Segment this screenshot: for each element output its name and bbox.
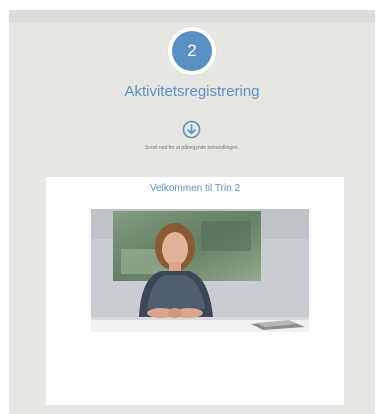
- page: 2 Aktivitetsregistrering Scroll ned for …: [0, 0, 384, 414]
- step-indicator: 2: [168, 27, 216, 75]
- arrow-down-circle-icon[interactable]: [182, 120, 201, 139]
- content-panel: 2 Aktivitetsregistrering Scroll ned for …: [9, 10, 375, 414]
- step-number: 2: [172, 31, 212, 71]
- top-bar: [9, 10, 375, 22]
- video-frame-image: [91, 209, 309, 332]
- video-card: Velkommen til Trin 2: [46, 177, 344, 405]
- page-title: Aktivitetsregistrering: [124, 83, 260, 100]
- card-title: Velkommen til Trin 2: [149, 183, 241, 194]
- scroll-hint: Scroll ned for at påbegynde behandlingen…: [145, 145, 239, 151]
- video-player[interactable]: [91, 209, 309, 332]
